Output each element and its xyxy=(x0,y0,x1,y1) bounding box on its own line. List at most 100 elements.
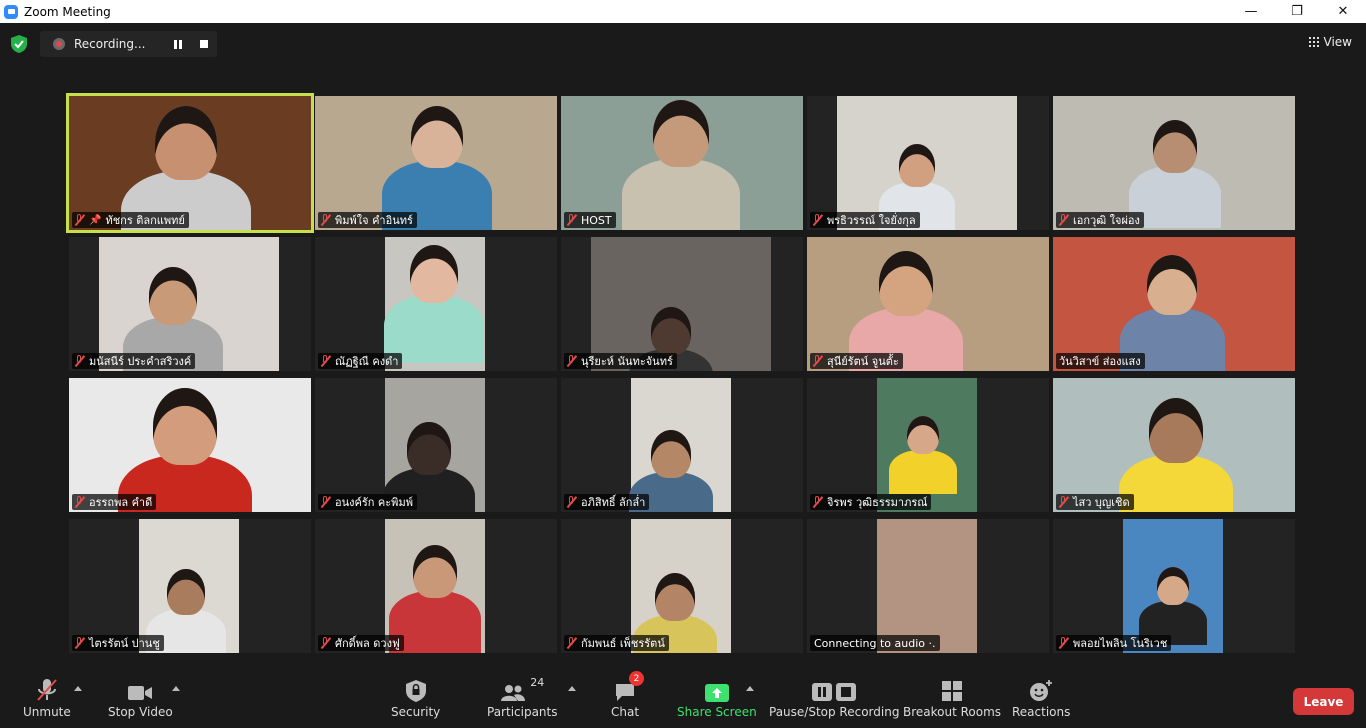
share-options-caret-icon[interactable] xyxy=(746,686,754,691)
participant-name-tag: ไสว บุญเชิด xyxy=(1056,494,1134,510)
participant-name: Connecting to audio ·. xyxy=(814,636,936,650)
microphone-muted-icon xyxy=(813,214,822,226)
microphone-muted-icon xyxy=(567,496,576,508)
participant-name-tag: นุรียะห์ นันทะจันทร์ xyxy=(564,353,677,369)
stop-recording-button[interactable] xyxy=(191,40,217,48)
participant-name: ไตรรัตน์ ปานชู xyxy=(89,637,160,650)
participant-video xyxy=(139,519,239,653)
meeting-toolbar: Unmute Stop Video Security 24 Participan… xyxy=(0,668,1366,728)
chat-label: Chat xyxy=(611,705,640,719)
participant-name: นุรียะห์ นันทะจันทร์ xyxy=(581,355,673,368)
unmute-button[interactable]: Unmute xyxy=(23,676,71,719)
participant-name: เอกวุฒิ ใจผ่อง xyxy=(1073,214,1140,227)
video-gallery: 📌 ทัชกร ติลกแพทย์ พิมพ์ใจ คำอินทร์ HOST พรธิ… xyxy=(66,93,1297,654)
microphone-muted-icon xyxy=(75,214,84,226)
participant-name-tag: พิมพ์ใจ คำอินทร์ xyxy=(318,212,417,228)
reactions-button[interactable]: Reactions xyxy=(1012,676,1070,719)
participant-face xyxy=(899,144,935,188)
video-options-caret-icon[interactable] xyxy=(172,686,180,691)
participant-tile[interactable]: จิรพร วุฒิธรรมาภรณ์ xyxy=(807,378,1049,512)
participant-name: อภิสิทธิ์ ลักล่ำ xyxy=(581,496,646,509)
participant-tile[interactable]: สุนีย์รัตน์ จูนตั้ะ xyxy=(807,237,1049,371)
participant-tile[interactable]: ไสว บุญเชิด xyxy=(1053,378,1295,512)
participant-tile[interactable]: Connecting to audio ·. xyxy=(807,519,1049,653)
participant-video xyxy=(837,96,1017,230)
reactions-emoji-icon xyxy=(1030,680,1053,701)
maximize-button[interactable]: ❐ xyxy=(1274,0,1320,23)
participant-name-tag: มนัสนีร์ ประคำสริวงค์ xyxy=(72,353,196,369)
participant-tile[interactable]: พรธิวรรณ์ ใจยั่งกุล xyxy=(807,96,1049,230)
pause-recording-button[interactable] xyxy=(165,39,191,49)
participant-face xyxy=(655,573,695,621)
grid-view-icon xyxy=(1308,37,1319,47)
stop-video-button[interactable]: Stop Video xyxy=(108,676,173,719)
participant-tile[interactable]: อภิสิทธิ์ ลักล่ำ xyxy=(561,378,803,512)
pause-stop-recording-button[interactable]: Pause/Stop Recording xyxy=(769,676,899,719)
participant-name: อนงค์รัก คะพิมพ์ xyxy=(335,496,413,509)
meeting-topbar: Recording... View xyxy=(0,23,1366,63)
participants-options-caret-icon[interactable] xyxy=(568,686,576,691)
participant-name-tag: อภิสิทธิ์ ลักล่ำ xyxy=(564,494,650,510)
participant-tile[interactable]: วันวิสาข์ ส่องแสง xyxy=(1053,237,1295,371)
participant-tile[interactable]: พิมพ์ใจ คำอินทร์ xyxy=(315,96,557,230)
share-screen-button[interactable]: Share Screen xyxy=(677,676,757,719)
participant-tile[interactable]: มนัสนีร์ ประคำสริวงค์ xyxy=(69,237,311,371)
participant-tile[interactable]: อนงค์รัก คะพิมพ์ xyxy=(315,378,557,512)
participant-face xyxy=(1153,120,1197,173)
participant-name: ณัฏฐิณี คงดำ xyxy=(335,355,399,368)
participant-video xyxy=(382,378,485,512)
participant-tile[interactable]: ไตรรัตน์ ปานชู xyxy=(69,519,311,653)
microphone-muted-icon xyxy=(75,637,84,649)
participant-tile[interactable]: นุรียะห์ นันทะจันทร์ xyxy=(561,237,803,371)
pin-icon: 📌 xyxy=(89,214,102,226)
participant-video xyxy=(69,96,311,230)
participant-video xyxy=(1123,519,1223,653)
participant-face xyxy=(155,106,217,181)
participant-name-tag: สุนีย์รัตน์ จูนตั้ะ xyxy=(810,353,903,369)
participant-name: จิรพร วุฒิธรรมาภรณ์ xyxy=(827,496,928,509)
chat-button[interactable]: 2 Chat xyxy=(611,671,645,719)
participant-tile[interactable]: กัมพนธ์ เพ็ชรรัตน์ xyxy=(561,519,803,653)
participant-tile[interactable]: ศักดิ์พล ดวงฟู xyxy=(315,519,557,653)
participant-tile[interactable]: พลอยไพลิน โนริเวช xyxy=(1053,519,1295,653)
participant-video xyxy=(1053,96,1295,230)
participant-name-tag: อนงค์รัก คะพิมพ์ xyxy=(318,494,417,510)
microphone-muted-icon xyxy=(321,496,330,508)
participant-name-tag: 📌 ทัชกร ติลกแพทย์ xyxy=(72,212,189,228)
participant-name-tag: จิรพร วุฒิธรรมาภรณ์ xyxy=(810,494,932,510)
participant-face xyxy=(651,430,691,478)
leave-meeting-button[interactable]: Leave xyxy=(1293,688,1354,715)
microphone-muted-icon xyxy=(75,355,84,367)
participant-tile[interactable]: เอกวุฒิ ใจผ่อง xyxy=(1053,96,1295,230)
microphone-muted-icon xyxy=(813,496,822,508)
participant-tile[interactable]: ณัฏฐิณี คงดำ xyxy=(315,237,557,371)
participant-face xyxy=(153,388,217,465)
participant-name-tag: ไตรรัตน์ ปานชู xyxy=(72,635,164,651)
participant-name: ศักดิ์พล ดวงฟู xyxy=(335,637,400,650)
security-button[interactable]: Security xyxy=(391,676,440,719)
participant-count: 24 xyxy=(530,676,545,689)
breakout-rooms-icon xyxy=(942,681,963,701)
participant-video xyxy=(385,519,485,653)
participants-icon xyxy=(501,685,526,701)
participants-button[interactable]: 24 Participants xyxy=(487,676,558,719)
participant-face xyxy=(1147,255,1197,315)
view-button[interactable]: View xyxy=(1308,35,1352,49)
participant-video xyxy=(1053,237,1295,371)
shield-lock-icon xyxy=(405,680,426,702)
stop-video-label: Stop Video xyxy=(108,705,173,719)
audio-options-caret-icon[interactable] xyxy=(74,686,82,691)
participant-tile[interactable]: HOST xyxy=(561,96,803,230)
security-label: Security xyxy=(391,705,441,719)
participant-tile[interactable]: อรรถพล คำดี xyxy=(69,378,311,512)
participant-video xyxy=(1053,378,1295,512)
recording-indicator: Recording... xyxy=(40,31,217,57)
participant-face xyxy=(407,422,451,475)
participant-tile[interactable]: 📌 ทัชกร ติลกแพทย์ xyxy=(66,93,314,233)
breakout-rooms-button[interactable]: Breakout Rooms xyxy=(903,676,1001,719)
close-button[interactable]: ✕ xyxy=(1320,0,1366,23)
shield-icon[interactable] xyxy=(11,35,27,53)
participant-name-tag: พรธิวรรณ์ ใจยั่งกุล xyxy=(810,212,920,228)
breakout-rooms-label: Breakout Rooms xyxy=(903,705,1002,719)
minimize-button[interactable]: — xyxy=(1228,0,1274,23)
